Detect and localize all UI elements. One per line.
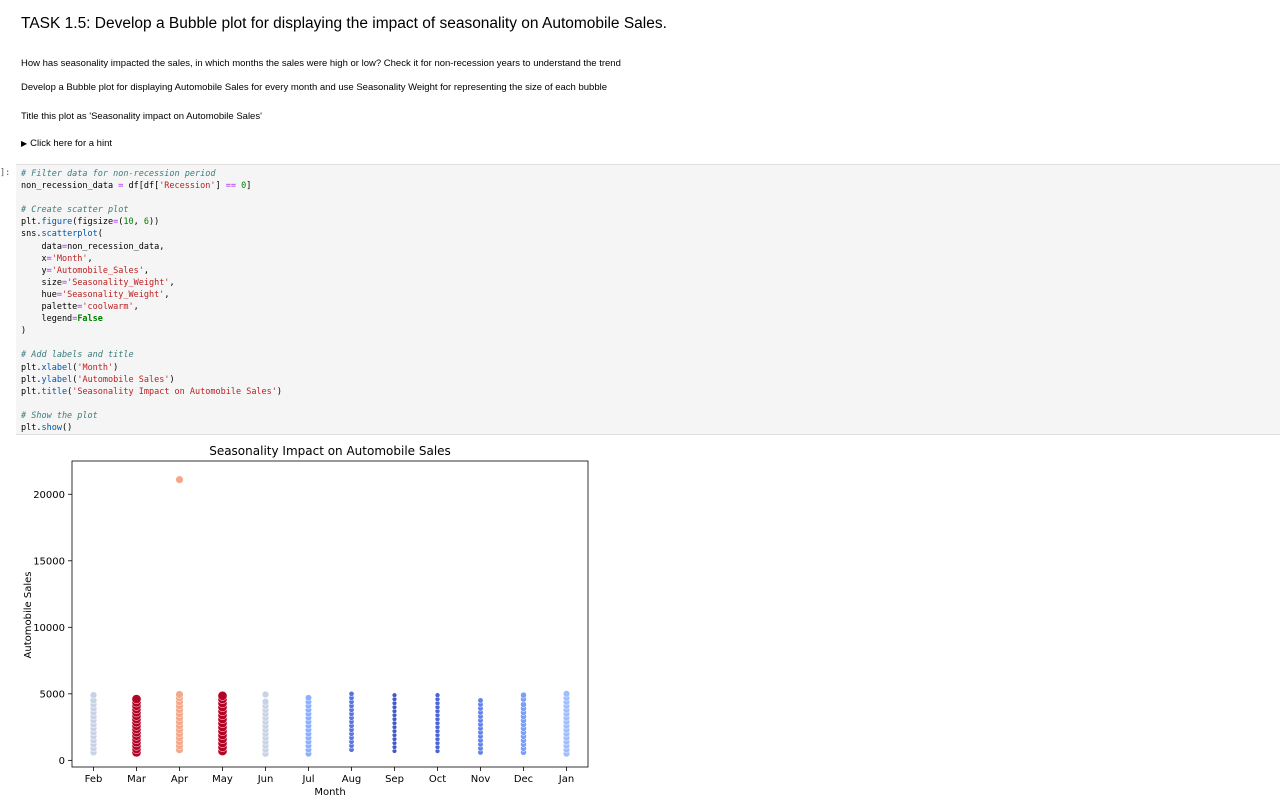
- data-point: [562, 690, 571, 698]
- x-tick-label: Feb: [85, 774, 103, 785]
- y-axis-label: Automobile Sales: [23, 572, 34, 659]
- x-tick-label: Jun: [257, 774, 274, 785]
- chart-title: Seasonality Impact on Automobile Sales: [209, 444, 451, 458]
- x-tick-label: Nov: [471, 774, 491, 785]
- x-axis-label: Month: [314, 787, 345, 798]
- y-tick-label: 20000: [33, 490, 65, 501]
- x-tick-label: Jan: [558, 774, 574, 785]
- y-axis: 0 5000 10000 15000 20000: [33, 490, 72, 767]
- data-point: [520, 691, 527, 699]
- x-tick-label: Sep: [385, 774, 404, 785]
- data-point: [217, 690, 228, 701]
- x-tick-label: Apr: [171, 774, 189, 785]
- data-point: [261, 690, 270, 699]
- chart-marks: [89, 475, 571, 758]
- bubble-plot: Seasonality Impact on Automobile Sales F…: [23, 444, 589, 798]
- x-tick-label: Aug: [342, 774, 362, 785]
- data-point: [305, 694, 312, 702]
- data-point: [175, 475, 184, 484]
- x-tick-label: Mar: [127, 774, 147, 785]
- data-point: [348, 690, 355, 697]
- y-tick-label: 15000: [33, 556, 65, 567]
- data-point: [391, 692, 398, 698]
- data-point: [261, 698, 270, 706]
- data-point: [131, 694, 142, 704]
- x-tick-label: Oct: [429, 774, 446, 785]
- plot-frame: [71, 460, 589, 768]
- y-tick-label: 5000: [40, 689, 65, 700]
- data-point: [89, 691, 98, 699]
- x-tick-label: Dec: [514, 774, 533, 785]
- x-tick-label: May: [212, 774, 233, 785]
- data-point: [175, 690, 184, 699]
- data-point: [434, 692, 441, 698]
- y-tick-label: 0: [59, 756, 65, 767]
- x-tick-label: Jul: [301, 774, 314, 785]
- x-axis: Feb Mar Apr May Jun Jul Aug Sep Oct Nov Dec Jan: [85, 767, 574, 785]
- y-tick-label: 10000: [33, 623, 65, 634]
- data-point: [477, 697, 484, 704]
